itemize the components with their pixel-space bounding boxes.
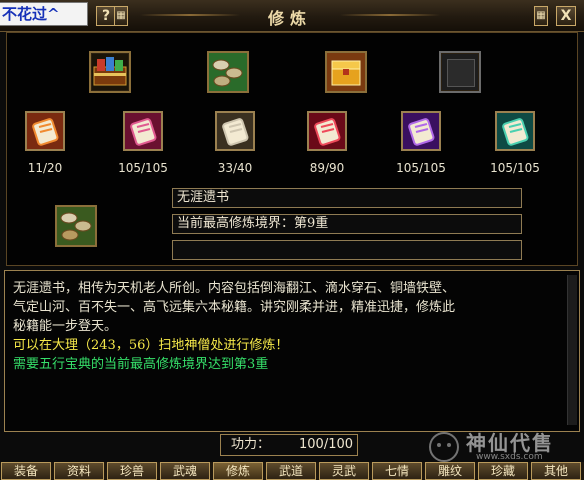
- gold-chest-slot[interactable]: [325, 51, 367, 93]
- teal-scroll-icon: [497, 113, 533, 149]
- gray-scroll-icon: [217, 113, 253, 149]
- skill-slot[interactable]: [401, 111, 441, 151]
- lock-icon[interactable]: ▦: [534, 6, 548, 26]
- tab-6[interactable]: 灵武: [319, 462, 369, 480]
- purple-scroll-icon: [403, 113, 439, 149]
- scroll-bundle-icon: [57, 207, 95, 245]
- red-scroll-icon: [309, 113, 345, 149]
- description-line: 秘籍能一步登天。: [13, 319, 118, 334]
- skill-slot[interactable]: [123, 111, 163, 151]
- watermark-logo-icon: [429, 432, 459, 462]
- tab-4[interactable]: 修炼: [213, 462, 263, 480]
- watermark: 神仙代售 www.sxds.com: [424, 425, 584, 465]
- description-box: 无涯遗书，相传为天机老人所创。内容包括倒海翻江、滴水穿石、铜墙铁壁、 气定山河、…: [4, 270, 580, 432]
- title-ornament-right: [340, 14, 440, 16]
- close-button[interactable]: X: [556, 6, 576, 26]
- selected-skill-slot[interactable]: [55, 205, 97, 247]
- requirement-text: 需要五行宝典的当前最高修炼境界达到第3重: [13, 357, 269, 372]
- tab-5[interactable]: 武道: [266, 462, 316, 480]
- power-display: 功力： 100/100: [220, 434, 358, 456]
- description-line: 气定山河、百不失一、高飞远集六本秘籍。讲究刚柔并进，精准迅捷，修炼此: [13, 300, 456, 315]
- tab-7[interactable]: 七情: [372, 462, 422, 480]
- pink-scroll-icon: [125, 113, 161, 149]
- tab-1[interactable]: 资料: [54, 462, 104, 480]
- skill-progress: 105/105: [118, 161, 168, 175]
- green-scroll-bundle-slot[interactable]: [207, 51, 249, 93]
- tab-3[interactable]: 武魂: [160, 462, 210, 480]
- skill-progress: 105/105: [490, 161, 540, 175]
- bottom-tab-bar: 装备 资料 珍兽 武魂 修炼 武道 灵武 七情 雕纹 珍藏 其他: [0, 462, 584, 480]
- gold-chest-icon: [327, 53, 365, 91]
- description-line: 无涯遗书，相传为天机老人所创。内容包括倒海翻江、滴水穿石、铜墙铁壁、: [13, 281, 456, 296]
- skill-slot[interactable]: [25, 111, 65, 151]
- skill-name-field: 无涯遗书: [172, 188, 522, 208]
- skill-slot[interactable]: [495, 111, 535, 151]
- skill-progress: 11/20: [27, 161, 63, 175]
- skill-slot[interactable]: [307, 111, 347, 151]
- green-scroll-bundle-icon: [209, 53, 247, 91]
- description-scrollbar[interactable]: [567, 275, 577, 425]
- title-bar: 不花过^ ? ▦ 修炼 ▦ X: [0, 0, 584, 32]
- skill-progress: 105/105: [396, 161, 446, 175]
- tab-10[interactable]: 其他: [531, 462, 581, 480]
- tab-0[interactable]: 装备: [1, 462, 51, 480]
- realm-field: 当前最高修炼境界：第9重: [172, 214, 522, 234]
- tab-8[interactable]: 雕纹: [425, 462, 475, 480]
- tab-2[interactable]: 珍兽: [107, 462, 157, 480]
- power-label: 功力：: [231, 437, 271, 452]
- tab-9[interactable]: 珍藏: [478, 462, 528, 480]
- book-chest-icon: [93, 57, 127, 86]
- book-chest-slot[interactable]: [89, 51, 131, 93]
- player-name-tag: 不花过^: [0, 2, 88, 26]
- window-title: 修炼: [267, 9, 312, 28]
- location-hint: 可以在大理（243，56）扫地神僧处进行修炼！: [13, 338, 289, 353]
- help-button[interactable]: ?: [96, 6, 116, 26]
- extra-info-field: [172, 240, 522, 260]
- skill-slot[interactable]: [215, 111, 255, 151]
- power-value: 100/100: [299, 437, 354, 452]
- skill-progress: 89/90: [309, 161, 345, 175]
- orange-scroll-icon: [27, 113, 63, 149]
- watermark-url: www.sxds.com: [476, 452, 543, 462]
- skill-progress: 33/40: [217, 161, 253, 175]
- empty-item-slot[interactable]: [439, 51, 481, 93]
- pin-icon[interactable]: ▦: [114, 6, 128, 26]
